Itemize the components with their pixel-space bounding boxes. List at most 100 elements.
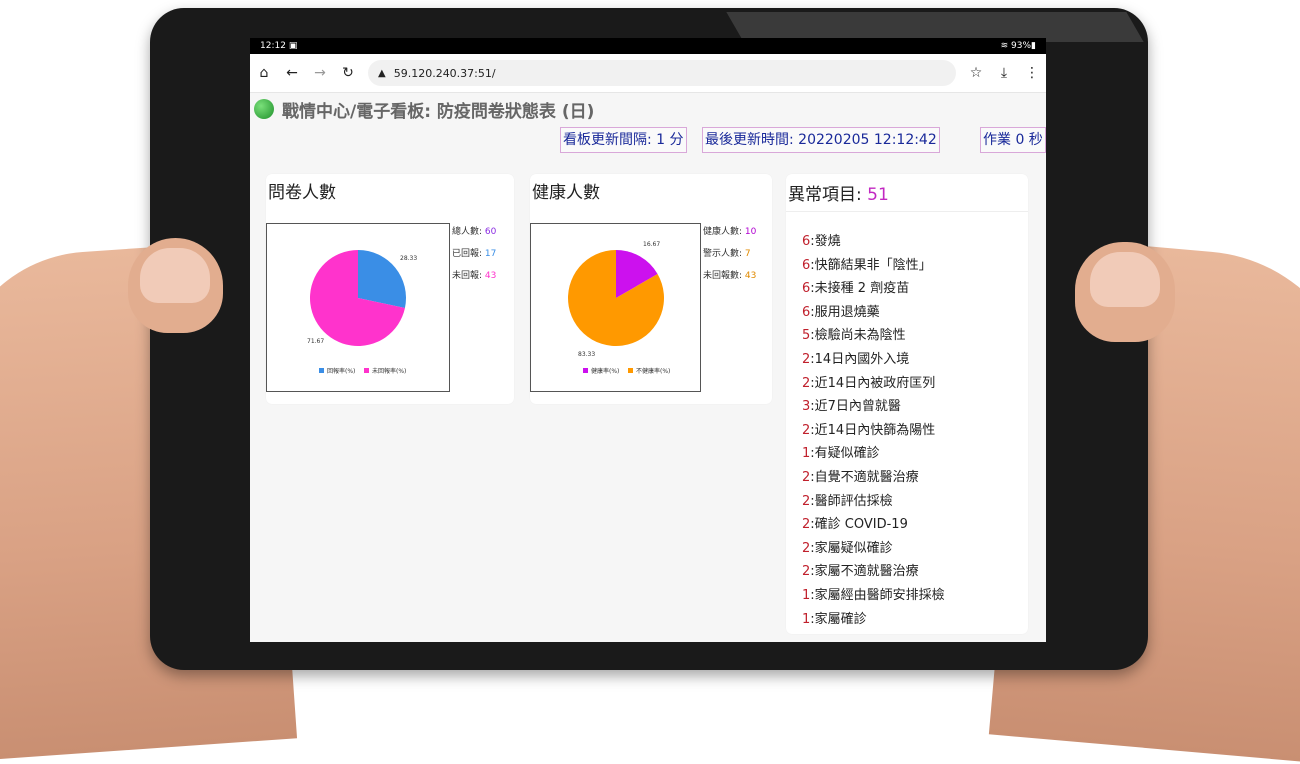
survey-card-title: 問卷人數 [268, 183, 336, 203]
anomalies-card: 異常項目: 51 6:發燒 6:快篩結果非「陰性」 6:未接種 2 劑疫苗 6:服用退… [786, 174, 1028, 634]
legend-label: 不健康率(%) [636, 367, 670, 375]
anomaly-label: :14日內國外入境 [810, 351, 910, 367]
anomalies-list: 6:發燒 6:快篩結果非「陰性」 6:未接種 2 劑疫苗 6:服用退燒藥 5:檢驗尚未為… [786, 212, 1028, 631]
anomaly-label: :近14日內快篩為陽性 [810, 422, 936, 438]
legend-label: 健康率(%) [591, 367, 619, 375]
survey-stat-unreported: 未回報: 43 [452, 271, 497, 281]
image-icon: ▣ [288, 41, 298, 51]
legend-label: 回報率(%) [327, 367, 355, 375]
anomaly-item: 6:服用退燒藥 [802, 301, 1028, 325]
health-stat-warning: 警示人數: 7 [703, 249, 751, 259]
status-bar: 12:12 ▣ ≋ 93%▮ [250, 38, 1046, 54]
wifi-icon: ≋ [1000, 41, 1009, 51]
health-pie-chart: 16.67 83.33 健康率(%) 不健康率(%) [530, 223, 701, 392]
survey-card: 問卷人數 28.33 71.67 回報率(%) 未回報率(%) 總人數: 60 已回報… [266, 174, 514, 404]
last-update-badge: 最後更新時間: 20220205 12:12:42 [702, 127, 940, 153]
pie-data-label: 16.67 [643, 241, 660, 248]
left-thumbnail [140, 248, 210, 303]
anomaly-label: :未接種 2 劑疫苗 [810, 281, 910, 297]
anomaly-label: :自覺不適就醫治療 [810, 469, 919, 485]
health-stat-unreported: 未回報數: 43 [703, 271, 757, 281]
anomaly-item: 6:快篩結果非「陰性」 [802, 254, 1028, 278]
anomaly-label: :家屬確診 [810, 611, 867, 627]
stat-value: 7 [744, 249, 751, 259]
browser-toolbar: ⌂ ← → ↻ ▲ 59.120.240.37:51/ ☆ ⤓ ⋮ [250, 54, 1046, 93]
anomaly-item: 6:未接種 2 劑疫苗 [802, 277, 1028, 301]
anomaly-item: 1:家屬確診 [802, 608, 1028, 632]
job-time-badge: 作業 0 秒 [980, 127, 1046, 153]
survey-stat-reported: 已回報: 17 [452, 249, 497, 259]
anomaly-item: 1:家屬經由醫師安排採檢 [802, 584, 1028, 608]
download-icon[interactable]: ⤓ [990, 65, 1018, 81]
forward-icon[interactable]: → [306, 65, 334, 81]
survey-pie-svg: 28.33 71.67 回報率(%) 未回報率(%) [307, 250, 417, 375]
health-card-title: 健康人數 [532, 183, 600, 203]
pie-data-label: 28.33 [400, 255, 417, 262]
stat-value: 43 [484, 271, 497, 281]
anomaly-label: :確診 COVID-19 [810, 517, 908, 533]
anomaly-item: 2:14日內國外入境 [802, 348, 1028, 372]
pie-data-label: 83.33 [578, 351, 595, 358]
survey-stat-total: 總人數: 60 [452, 227, 497, 237]
anomaly-item: 1:有疑似確診 [802, 442, 1028, 466]
anomaly-label: :家屬不適就醫治療 [810, 564, 919, 580]
legend-swatch [628, 368, 633, 373]
anomaly-label: :快篩結果非「陰性」 [810, 257, 932, 273]
anomalies-header: 異常項目: 51 [786, 174, 1028, 212]
health-pie-svg: 16.67 83.33 健康率(%) 不健康率(%) [568, 241, 670, 375]
stat-value: 10 [744, 227, 757, 237]
anomaly-label: :服用退燒藥 [810, 304, 880, 320]
status-time: 12:12 [260, 41, 286, 51]
url-text: 59.120.240.37:51/ [393, 66, 496, 80]
anomaly-label: :發燒 [810, 234, 841, 249]
anomalies-title: 異常項目: [788, 185, 868, 205]
update-interval-badge: 看板更新間隔: 1 分 [560, 127, 687, 153]
stat-value: 43 [744, 271, 757, 281]
anomaly-label: :家屬疑似確診 [810, 540, 893, 556]
anomaly-item: 2:自覺不適就醫治療 [802, 466, 1028, 490]
page-header: 戰情中心/電子看板: 防疫問卷狀態表 (日) [250, 93, 1046, 125]
anomaly-label: :近7日內曾就醫 [810, 399, 901, 415]
bookmark-star-icon[interactable]: ☆ [962, 65, 990, 81]
pie-slice [358, 250, 406, 308]
anomaly-item: 5:檢驗尚未為陰性 [802, 324, 1028, 348]
anomaly-item: 6:發燒 [802, 230, 1028, 254]
info-bar: 看板更新間隔: 1 分 最後更新時間: 20220205 12:12:42 作業… [250, 125, 1046, 159]
anomaly-item: 3:近7日內曾就醫 [802, 395, 1028, 419]
back-icon[interactable]: ← [278, 65, 306, 81]
health-stats: 健康人數: 10 警示人數: 7 未回報數: 43 [703, 221, 756, 287]
anomaly-label: :家屬經由醫師安排採檢 [810, 587, 945, 603]
home-icon[interactable]: ⌂ [250, 65, 278, 81]
stat-value: 17 [484, 249, 497, 259]
survey-stats: 總人數: 60 已回報: 17 未回報: 43 [452, 221, 496, 287]
anomaly-item: 2:近14日內快篩為陽性 [802, 419, 1028, 443]
anomaly-item: 2:近14日內被政府匡列 [802, 372, 1028, 396]
health-stat-healthy: 健康人數: 10 [703, 227, 757, 237]
anomaly-label: :醫師評估採檢 [810, 493, 893, 509]
anomaly-item: 2:家屬疑似確診 [802, 537, 1028, 561]
page-title: 戰情中心/電子看板: 防疫問卷狀態表 (日) [282, 101, 595, 122]
survey-pie-chart: 28.33 71.67 回報率(%) 未回報率(%) [266, 223, 450, 392]
battery-icon: ▮ [1031, 41, 1036, 51]
stat-value: 60 [484, 227, 497, 237]
legend-swatch [364, 368, 369, 373]
logo-icon [254, 99, 274, 119]
health-card: 健康人數 16.67 83.33 健康率(%) 不健康率(%) 健康人數: 10 警示… [530, 174, 772, 404]
anomaly-item: 2:家屬不適就醫治療 [802, 560, 1028, 584]
anomaly-label: :近14日內被政府匡列 [810, 375, 936, 391]
anomaly-label: :檢驗尚未為陰性 [810, 328, 906, 344]
not-secure-icon[interactable]: ▲ [378, 68, 386, 79]
battery-level: 93% [1011, 41, 1032, 51]
address-bar[interactable]: ▲ 59.120.240.37:51/ [368, 60, 956, 86]
anomaly-label: :有疑似確診 [810, 446, 880, 462]
menu-icon[interactable]: ⋮ [1018, 65, 1046, 81]
anomaly-item: 2:確診 COVID-19 [802, 513, 1028, 537]
right-thumbnail [1090, 252, 1160, 307]
legend-swatch [583, 368, 588, 373]
tablet-screen: 12:12 ▣ ≋ 93%▮ ⌂ ← → ↻ ▲ 59.120.240.37:5… [250, 38, 1046, 642]
legend-label: 未回報率(%) [372, 367, 406, 375]
reload-icon[interactable]: ↻ [334, 65, 362, 81]
anomalies-count: 51 [867, 185, 889, 205]
pie-data-label: 71.67 [307, 338, 324, 345]
anomaly-item: 2:醫師評估採檢 [802, 490, 1028, 514]
